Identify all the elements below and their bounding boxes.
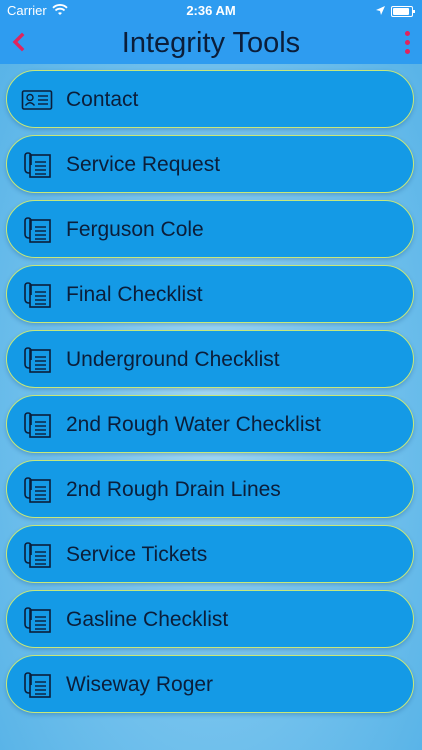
status-time: 2:36 AM	[186, 3, 236, 18]
list-item-ferguson-cole[interactable]: Ferguson Cole	[6, 200, 414, 258]
list-item-service-request[interactable]: Service Request	[6, 135, 414, 193]
clipboard-document-icon	[24, 347, 51, 373]
clipboard-document-icon	[24, 477, 51, 503]
clipboard-document-icon	[24, 607, 51, 633]
more-vertical-icon	[405, 31, 410, 36]
list-item-wiseway-roger[interactable]: Wiseway Roger	[6, 655, 414, 713]
list-item-contact[interactable]: Contact	[6, 70, 414, 128]
list-item-label: Ferguson Cole	[66, 218, 204, 241]
list-item-label: Final Checklist	[66, 283, 203, 306]
list-item-underground-checklist[interactable]: Underground Checklist	[6, 330, 414, 388]
nav-bar: Integrity Tools	[0, 22, 422, 64]
clipboard-document-icon	[24, 152, 51, 178]
list-item-label: Wiseway Roger	[66, 673, 214, 696]
list-item-label: 2nd Rough Water Checklist	[66, 413, 321, 436]
list-item-label: Service Request	[66, 153, 221, 176]
page-title: Integrity Tools	[121, 27, 301, 59]
list-item-2nd-rough-water-checklist[interactable]: 2nd Rough Water Checklist	[6, 395, 414, 453]
list-item-2nd-rough-drain-lines[interactable]: 2nd Rough Drain Lines	[6, 460, 414, 518]
clipboard-document-icon	[24, 217, 51, 243]
status-bar: Carrier 2:36 AM	[0, 0, 422, 22]
list-item-label: Gasline Checklist	[66, 608, 229, 631]
location-arrow-icon	[375, 4, 386, 19]
list-item-service-tickets[interactable]: Service Tickets	[6, 525, 414, 583]
more-menu-button[interactable]	[400, 30, 414, 56]
list-item-gasline-checklist[interactable]: Gasline Checklist	[6, 590, 414, 648]
list-item-final-checklist[interactable]: Final Checklist	[6, 265, 414, 323]
battery-icon	[391, 6, 415, 17]
clipboard-document-icon	[24, 542, 51, 568]
list-item-label: Underground Checklist	[66, 348, 280, 371]
list-item-label: 2nd Rough Drain Lines	[66, 478, 281, 501]
clipboard-document-icon	[24, 412, 51, 438]
clipboard-document-icon	[24, 672, 51, 698]
contact-card-icon	[21, 90, 53, 110]
clipboard-document-icon	[24, 282, 51, 308]
list-item-label: Service Tickets	[66, 543, 208, 566]
list-item-label: Contact	[66, 88, 139, 111]
